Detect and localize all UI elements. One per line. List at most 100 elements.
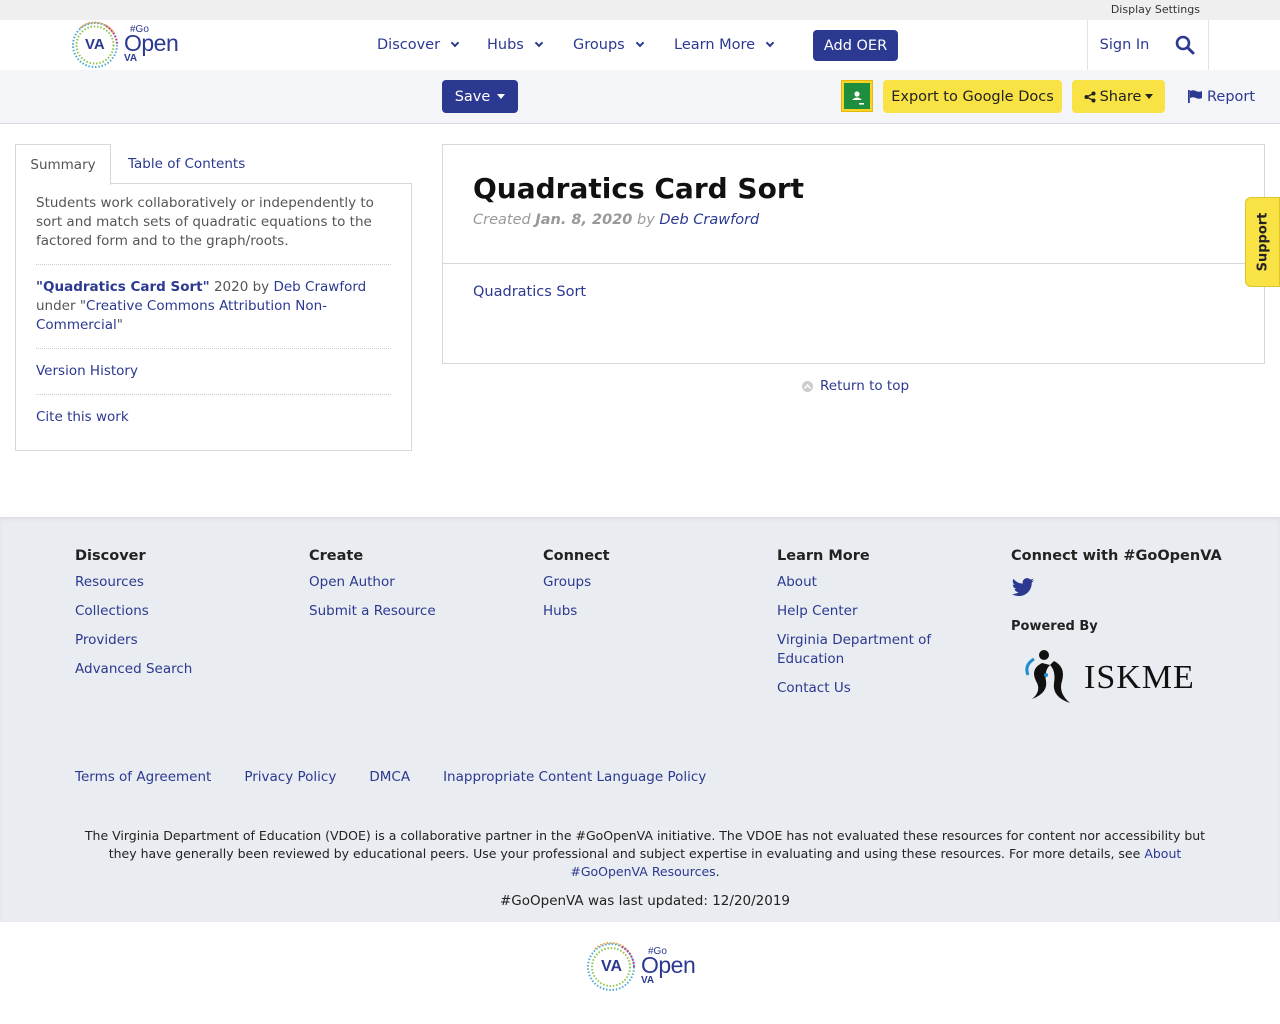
footer-link-about[interactable]: About [777, 573, 957, 592]
footer-link-providers[interactable]: Providers [75, 631, 192, 650]
resource-toolbar: Save Export to Google Docs Share Report [0, 70, 1280, 124]
report-button[interactable]: Report [1188, 80, 1255, 113]
footer-link-hubs[interactable]: Hubs [543, 602, 610, 621]
card-divider [443, 263, 1264, 264]
version-history-link[interactable]: Version History [36, 363, 138, 379]
footer-link-contact-us[interactable]: Contact Us [777, 679, 957, 698]
attribution-title-link[interactable]: "Quadratics Card Sort" [36, 279, 210, 295]
resource-title: Quadratics Card Sort [473, 172, 805, 205]
sidebar-tabs: Summary Table of Contents [15, 144, 412, 185]
tab-summary[interactable]: Summary [15, 144, 111, 185]
nav-groups-label: Groups [573, 37, 625, 53]
legal-links: Terms of Agreement Privacy Policy DMCA I… [75, 769, 706, 785]
powered-by-label: Powered By [1011, 619, 1098, 634]
cite-section: Cite this work [36, 408, 391, 440]
summary-section: Students work collaboratively or indepen… [36, 194, 391, 265]
footer-create-heading: Create [309, 548, 364, 564]
logo-va-small-text: VA [124, 53, 138, 64]
footer-link-open-author[interactable]: Open Author [309, 573, 436, 592]
created-date: Jan. 8, 2020 [535, 212, 633, 228]
author-link[interactable]: Deb Crawford [659, 212, 759, 228]
twitter-icon[interactable] [1011, 578, 1035, 598]
logo-va-text: VA [85, 36, 105, 53]
google-classroom-icon [844, 83, 870, 109]
dmca-link[interactable]: DMCA [369, 769, 410, 785]
nav-groups[interactable]: Groups [573, 20, 644, 70]
attribution-close-quote: " [116, 317, 123, 333]
export-google-docs-button[interactable]: Export to Google Docs [883, 80, 1062, 113]
content-policy-link[interactable]: Inappropriate Content Language Policy [443, 769, 706, 785]
iskme-logo[interactable]: ISKME [1022, 645, 1198, 707]
footer-link-groups[interactable]: Groups [543, 573, 610, 592]
sign-in-link[interactable]: Sign In [1087, 20, 1161, 70]
nav-hubs-label: Hubs [487, 37, 524, 53]
add-oer-button[interactable]: Add OER [813, 30, 898, 61]
attribution-text: "Quadratics Card Sort" 2020 by Deb Crawf… [36, 278, 391, 335]
version-history-section: Version History [36, 362, 391, 395]
footer-create-column: Create Open Author Submit a Resource [309, 548, 436, 631]
terms-link[interactable]: Terms of Agreement [75, 769, 211, 785]
attribution-author-link[interactable]: Deb Crawford [273, 279, 366, 295]
attribution-under: under " [36, 298, 87, 314]
nav-hubs[interactable]: Hubs [487, 20, 544, 70]
return-to-top-link[interactable]: Return to top [802, 378, 909, 394]
support-tab[interactable]: Support [1245, 197, 1280, 287]
nav-discover-label: Discover [377, 37, 441, 53]
footer-logo-va-text: VA [601, 958, 623, 975]
report-label: Report [1207, 88, 1256, 105]
created-label: Created [473, 212, 531, 228]
goopenva-logo[interactable]: VA #Go Open VA [70, 20, 180, 70]
resource-file-link[interactable]: Quadratics Sort [473, 284, 586, 300]
share-icon [1084, 91, 1096, 102]
cite-link[interactable]: Cite this work [36, 409, 129, 425]
search-icon [1175, 35, 1194, 55]
share-label: Share [1099, 88, 1142, 105]
vdoe-disclaimer: The Virginia Department of Education (VD… [80, 827, 1210, 881]
share-button[interactable]: Share [1072, 80, 1165, 113]
footer-link-advanced-search[interactable]: Advanced Search [75, 660, 192, 679]
save-label: Save [454, 88, 491, 105]
iskme-wordmark: ISKME [1084, 659, 1195, 696]
footer-connect-heading: Connect [543, 548, 610, 564]
attribution-section: "Quadratics Card Sort" 2020 by Deb Crawf… [36, 278, 391, 349]
display-settings-link[interactable]: Display Settings [1111, 3, 1200, 16]
top-utility-bar: Display Settings [0, 0, 1280, 20]
footer-logo-va-small-text: VA [641, 975, 655, 986]
footer-link-vdoe[interactable]: Virginia Department of Education [777, 631, 957, 669]
summary-panel: Students work collaboratively or indepen… [15, 183, 412, 451]
return-to-top-label: Return to top [820, 378, 910, 394]
caret-down-icon [497, 94, 506, 99]
chevron-down-icon [534, 38, 544, 48]
footer-link-help-center[interactable]: Help Center [777, 602, 957, 621]
footer-link-collections[interactable]: Collections [75, 602, 192, 621]
disclaimer-end: . [715, 864, 720, 879]
nav-discover[interactable]: Discover [377, 20, 460, 70]
footer-link-submit-resource[interactable]: Submit a Resource [309, 602, 436, 621]
resource-meta: Created Jan. 8, 2020 by Deb Crawford [473, 212, 759, 228]
site-header: VA #Go Open VA Discover Hubs Groups Lear… [0, 20, 1280, 70]
flag-icon [1188, 90, 1202, 103]
goopenva-footer-logo[interactable]: VA #Go Open VA [585, 940, 697, 994]
footer-social-column: Connect with #GoOpenVA [1011, 548, 1222, 573]
arrow-up-circle-icon [802, 380, 813, 392]
last-updated-text: #GoOpenVA was last updated: 12/20/2019 [499, 893, 791, 909]
caret-down-icon [1145, 94, 1154, 99]
chevron-down-icon [765, 38, 775, 48]
tab-table-of-contents[interactable]: Table of Contents [128, 144, 245, 184]
footer-discover-heading: Discover [75, 548, 146, 564]
summary-text: Students work collaboratively or indepen… [36, 195, 374, 249]
google-classroom-button[interactable] [841, 80, 873, 112]
attribution-year: 2020 by [213, 279, 270, 295]
footer-link-resources[interactable]: Resources [75, 573, 192, 592]
footer-connect-column: Connect Groups Hubs [543, 548, 610, 631]
nav-learn-more-label: Learn More [674, 37, 756, 53]
chevron-down-icon [635, 38, 644, 48]
by-label: by [636, 212, 655, 228]
nav-learn-more[interactable]: Learn More [674, 20, 775, 70]
privacy-link[interactable]: Privacy Policy [244, 769, 336, 785]
save-button[interactable]: Save [442, 80, 518, 113]
footer-discover-column: Discover Resources Collections Providers… [75, 548, 192, 689]
support-label: Support [1255, 212, 1270, 272]
search-button[interactable] [1161, 20, 1209, 70]
footer-learn-heading: Learn More [777, 548, 870, 564]
